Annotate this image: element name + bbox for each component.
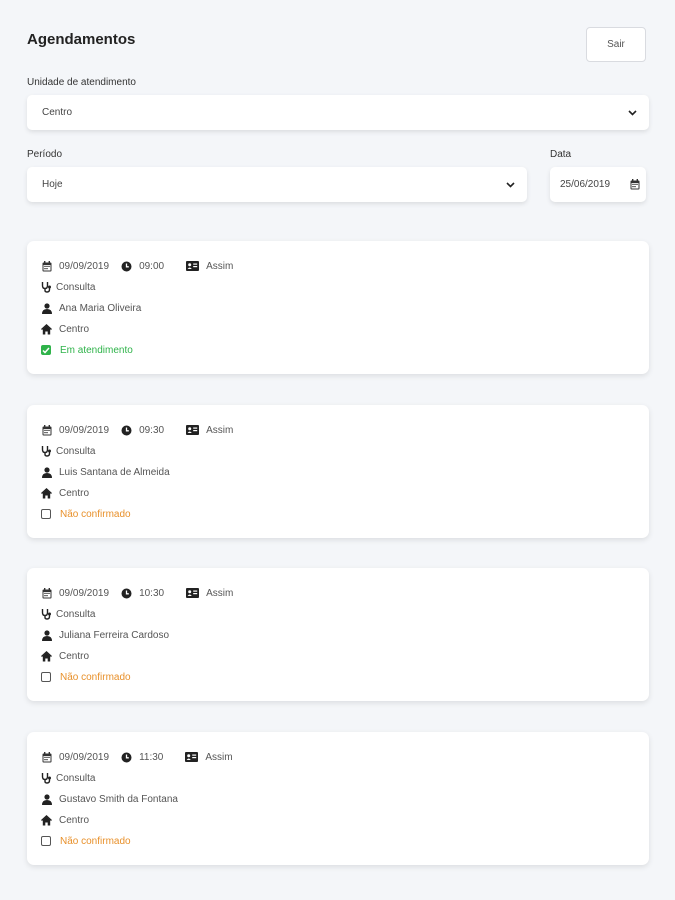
status-checkbox[interactable] xyxy=(41,672,51,682)
user-icon xyxy=(41,302,52,314)
appointment-date: 09/09/2019 xyxy=(59,587,110,599)
id-card-icon xyxy=(185,261,199,272)
calendar-icon xyxy=(41,587,52,599)
id-card-icon xyxy=(185,588,199,599)
clock-icon xyxy=(121,588,132,599)
status-label: Não confirmado xyxy=(60,671,131,683)
chevron-down-icon xyxy=(627,108,637,118)
appointment-type: Assim xyxy=(206,587,234,599)
status-label: Em atendimento xyxy=(60,344,133,356)
appointment-time: 10:30 xyxy=(139,587,165,599)
home-icon xyxy=(41,487,52,499)
status-checkbox[interactable] xyxy=(41,836,51,846)
status-label: Não confirmado xyxy=(60,508,131,520)
period-label: Período xyxy=(27,149,63,160)
appointment-time: 09:00 xyxy=(139,260,165,272)
date-input[interactable]: 25/06/2019 xyxy=(550,167,646,202)
appointment-type: Assim xyxy=(206,260,234,272)
id-card-icon xyxy=(185,425,199,436)
appointment-unit: Centro xyxy=(59,487,90,499)
appointment-card[interactable]: 09/09/2019 11:30 Assim Consulta Gustavo … xyxy=(27,732,649,865)
appointment-date: 09/09/2019 xyxy=(59,260,110,272)
appointment-time: 09:30 xyxy=(139,424,165,436)
appointment-service: Consulta xyxy=(56,608,96,620)
stethoscope-icon xyxy=(41,773,52,784)
stethoscope-icon xyxy=(41,609,52,620)
unit-select[interactable]: Centro xyxy=(27,95,649,130)
calendar-icon xyxy=(41,424,52,436)
stethoscope-icon xyxy=(41,282,52,293)
appointment-card[interactable]: 09/09/2019 10:30 Assim Consulta Juliana … xyxy=(27,568,649,701)
clock-icon xyxy=(121,752,132,763)
patient-name: Juliana Ferreira Cardoso xyxy=(59,629,170,641)
appointment-service: Consulta xyxy=(56,772,96,784)
appointment-service: Consulta xyxy=(56,445,96,457)
calendar-icon xyxy=(630,179,640,190)
appointment-time: 11:30 xyxy=(139,751,164,763)
user-icon xyxy=(41,466,52,478)
appointment-type: Assim xyxy=(205,751,233,763)
logout-button[interactable]: Sair xyxy=(586,27,646,62)
date-input-value: 25/06/2019 xyxy=(560,179,611,190)
patient-name: Ana Maria Oliveira xyxy=(59,302,142,314)
stethoscope-icon xyxy=(41,446,52,457)
status-label: Não confirmado xyxy=(60,835,131,847)
appointment-date: 09/09/2019 xyxy=(59,751,110,763)
home-icon xyxy=(41,323,52,335)
user-icon xyxy=(41,629,52,641)
check-icon xyxy=(42,347,50,354)
appointment-card[interactable]: 09/09/2019 09:30 Assim Consulta Luis San… xyxy=(27,405,649,538)
appointment-unit: Centro xyxy=(59,650,90,662)
appointment-type: Assim xyxy=(206,424,234,436)
calendar-icon xyxy=(41,751,52,763)
page-title: Agendamentos xyxy=(27,31,136,48)
patient-name: Gustavo Smith da Fontana xyxy=(59,793,178,805)
appointment-unit: Centro xyxy=(59,323,90,335)
clock-icon xyxy=(121,425,132,436)
id-card-icon xyxy=(184,752,198,763)
unit-select-value: Centro xyxy=(42,107,73,118)
home-icon xyxy=(41,814,52,826)
user-icon xyxy=(41,793,52,805)
patient-name: Luis Santana de Almeida xyxy=(59,466,170,478)
period-select[interactable]: Hoje xyxy=(27,167,527,202)
calendar-icon xyxy=(41,260,52,272)
status-checkbox[interactable] xyxy=(41,345,51,355)
home-icon xyxy=(41,650,52,662)
clock-icon xyxy=(121,261,132,272)
status-checkbox[interactable] xyxy=(41,509,51,519)
appointment-service: Consulta xyxy=(56,281,96,293)
period-select-value: Hoje xyxy=(42,179,63,190)
chevron-down-icon xyxy=(505,180,515,190)
appointment-unit: Centro xyxy=(59,814,90,826)
appointment-card[interactable]: 09/09/2019 09:00 Assim Consulta Ana Mari… xyxy=(27,241,649,374)
unit-label: Unidade de atendimento xyxy=(27,77,136,88)
date-label: Data xyxy=(550,149,572,160)
appointment-date: 09/09/2019 xyxy=(59,424,110,436)
